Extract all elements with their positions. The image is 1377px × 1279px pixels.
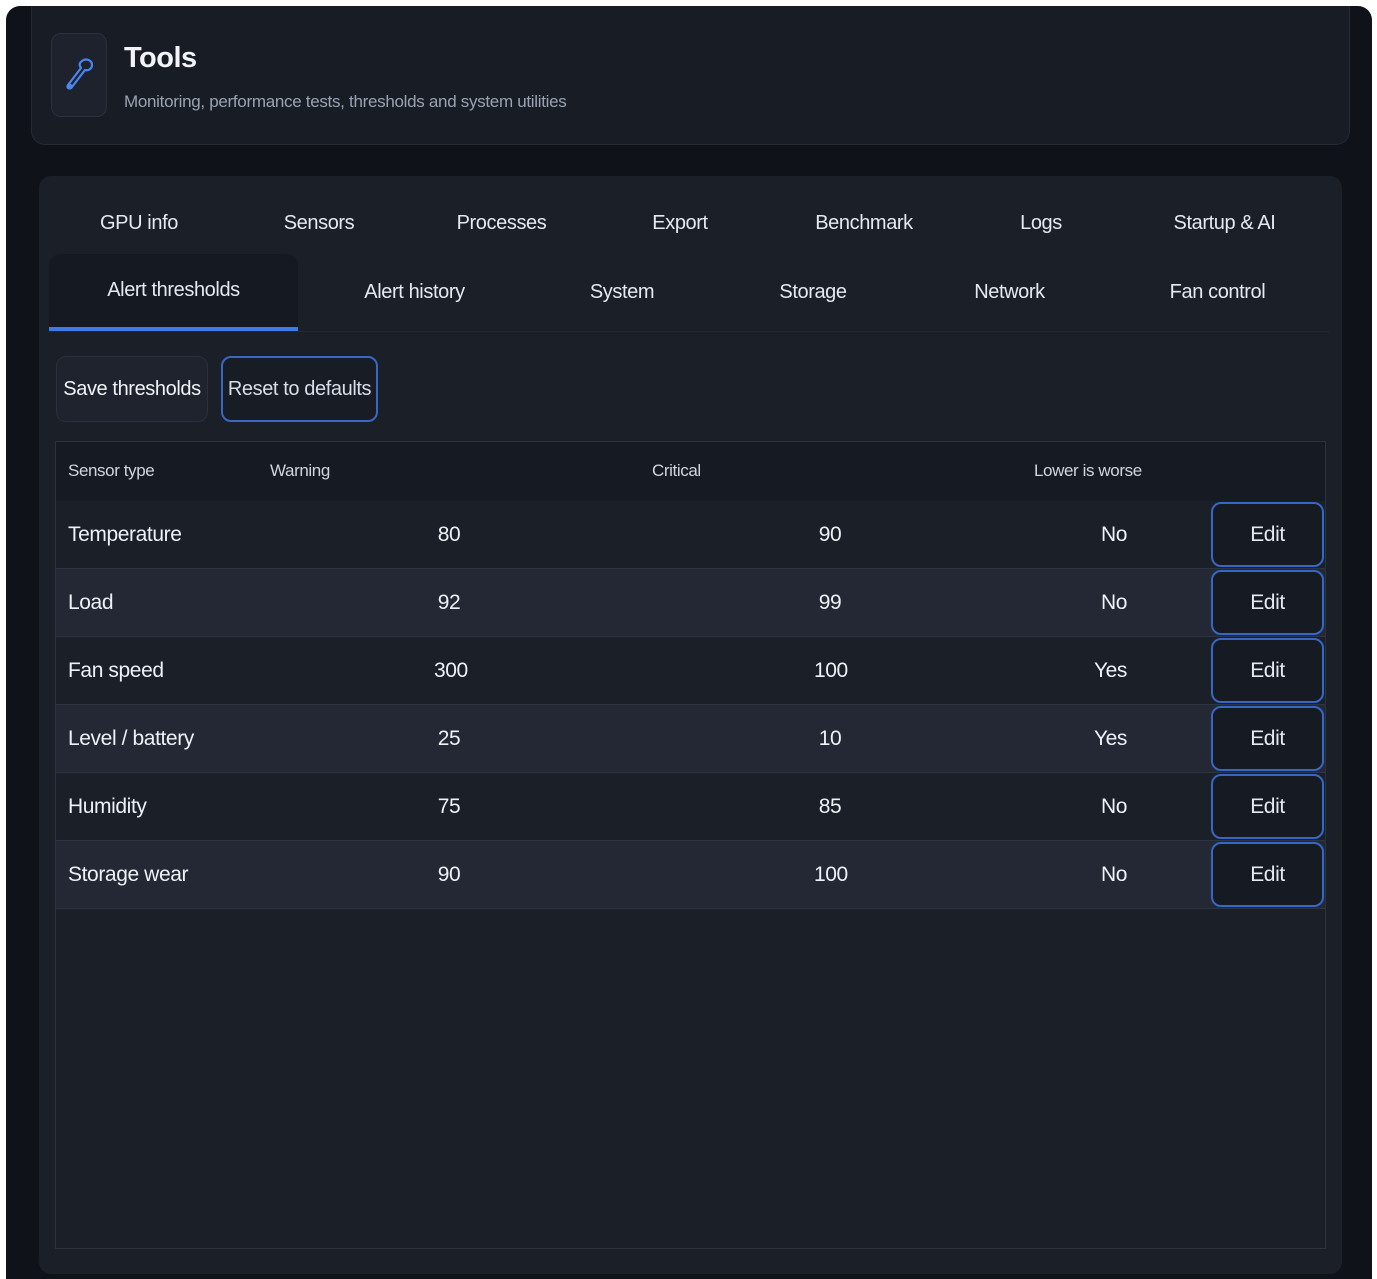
reset-defaults-button[interactable]: Reset to defaults <box>221 356 378 422</box>
sensor-type-cell: Level / battery <box>68 727 194 750</box>
table-header: Sensor type Warning Critical Lower is wo… <box>56 442 1325 501</box>
warning-cell: 80 <box>437 523 461 546</box>
tab-logs[interactable]: Logs <box>962 188 1120 258</box>
critical-cell: 100 <box>814 659 848 682</box>
critical-cell: 90 <box>818 523 842 546</box>
table-row: Load 92 99 No Edit <box>56 569 1325 637</box>
warning-cell: 25 <box>437 727 461 750</box>
tab-sensors[interactable]: Sensors <box>229 188 409 258</box>
column-header-warning: Warning <box>270 461 330 480</box>
table-row: Storage wear 90 100 No Edit <box>56 841 1325 909</box>
edit-button[interactable]: Edit <box>1211 502 1324 567</box>
lower-is-worse-cell: No <box>1100 795 1127 818</box>
sensor-type-cell: Load <box>68 591 114 614</box>
tab-storage[interactable]: Storage <box>713 254 913 331</box>
tab-bar-row-2: Alert thresholds Alert history System St… <box>49 254 1329 332</box>
sensor-type-cell: Temperature <box>68 523 182 546</box>
lower-is-worse-cell: No <box>1100 863 1127 886</box>
table-row: Temperature 80 90 No Edit <box>56 501 1325 569</box>
page-header: Tools Monitoring, performance tests, thr… <box>31 6 1350 145</box>
tab-benchmark[interactable]: Benchmark <box>766 188 962 258</box>
page-subtitle: Monitoring, performance tests, threshold… <box>124 92 567 111</box>
warning-cell: 90 <box>437 863 461 886</box>
tab-fan-control[interactable]: Fan control <box>1106 254 1329 331</box>
lower-is-worse-cell: No <box>1100 591 1127 614</box>
thresholds-table: Sensor type Warning Critical Lower is wo… <box>55 441 1326 1249</box>
lower-is-worse-cell: No <box>1100 523 1127 546</box>
app-window: Tools Monitoring, performance tests, thr… <box>6 6 1372 1279</box>
critical-cell: 100 <box>814 863 848 886</box>
critical-cell: 99 <box>818 591 842 614</box>
sensor-type-cell: Storage wear <box>68 863 189 886</box>
column-header-sensor-type: Sensor type <box>68 461 155 480</box>
warning-cell: 75 <box>437 795 461 818</box>
table-row: Level / battery 25 10 Yes Edit <box>56 705 1325 773</box>
page-title: Tools <box>124 42 197 74</box>
edit-button[interactable]: Edit <box>1211 774 1324 839</box>
tools-panel: GPU info Sensors Processes Export Benchm… <box>39 176 1342 1274</box>
warning-cell: 92 <box>437 591 461 614</box>
tab-processes[interactable]: Processes <box>409 188 594 258</box>
sensor-type-cell: Fan speed <box>68 659 164 682</box>
edit-button[interactable]: Edit <box>1211 570 1324 635</box>
tab-export[interactable]: Export <box>594 188 766 258</box>
tab-alert-thresholds[interactable]: Alert thresholds <box>49 254 298 331</box>
column-header-lower-is-worse: Lower is worse <box>1034 461 1142 480</box>
column-header-critical: Critical <box>652 461 701 480</box>
sensor-type-cell: Humidity <box>68 795 147 818</box>
tab-bar-row-1: GPU info Sensors Processes Export Benchm… <box>49 188 1329 258</box>
tab-gpu-info[interactable]: GPU info <box>49 188 229 258</box>
tab-startup-ai[interactable]: Startup & AI <box>1120 188 1329 258</box>
edit-button[interactable]: Edit <box>1211 638 1324 703</box>
edit-button[interactable]: Edit <box>1211 842 1324 907</box>
table-row: Humidity 75 85 No Edit <box>56 773 1325 841</box>
warning-cell: 300 <box>434 659 468 682</box>
table-row: Fan speed 300 100 Yes Edit <box>56 637 1325 705</box>
save-thresholds-button[interactable]: Save thresholds <box>56 356 208 422</box>
lower-is-worse-cell: Yes <box>1093 659 1127 682</box>
tab-network[interactable]: Network <box>913 254 1106 331</box>
tab-system[interactable]: System <box>531 254 713 331</box>
wrench-icon <box>51 33 107 117</box>
critical-cell: 10 <box>818 727 842 750</box>
tab-alert-history[interactable]: Alert history <box>298 254 531 331</box>
critical-cell: 85 <box>818 795 842 818</box>
lower-is-worse-cell: Yes <box>1093 727 1127 750</box>
edit-button[interactable]: Edit <box>1211 706 1324 771</box>
